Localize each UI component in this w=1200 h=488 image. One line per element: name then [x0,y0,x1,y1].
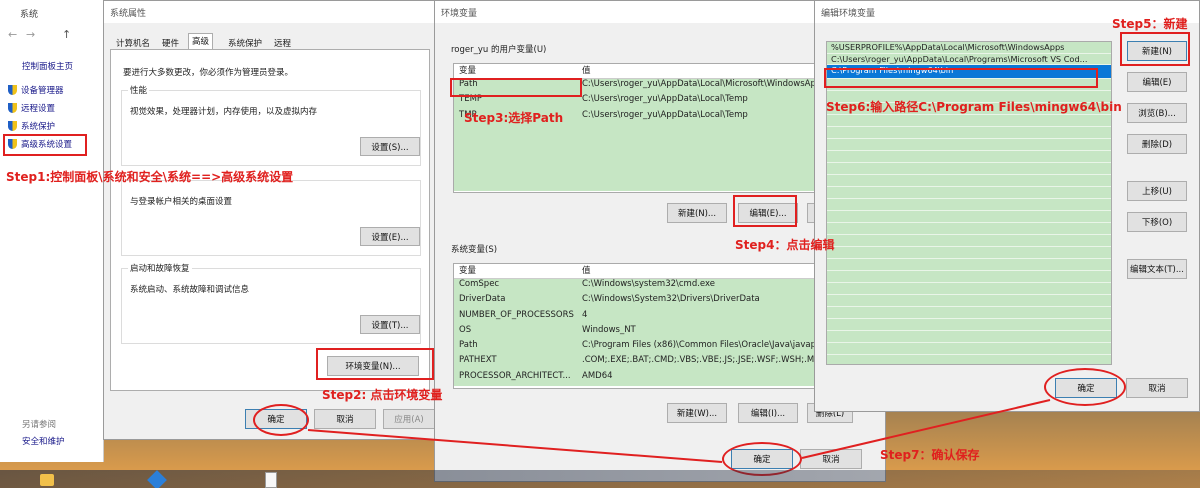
annotation-connector-lines [307,399,1051,463]
step5-annotation: Step5：新建 [1112,17,1188,31]
step1-annotation: Step1:控制面板\系统和安全\系统==>高级系统设置 [6,170,294,184]
step6-annotation: Step6:输入路径C:\Program Files\mingw64\bin [826,100,1122,114]
taskbar [0,470,1200,488]
connector-line [307,429,723,463]
document-icon[interactable] [265,472,277,488]
file-explorer-icon[interactable] [40,474,54,486]
visual-studio-icon[interactable] [147,470,167,488]
step7-annotation: Step7：确认保存 [880,448,980,462]
step2-annotation: Step2: 点击环境变量 [322,388,443,402]
step4-annotation: Step4：点击编辑 [735,238,835,252]
step3-annotation: Step3:选择Path [464,111,564,125]
